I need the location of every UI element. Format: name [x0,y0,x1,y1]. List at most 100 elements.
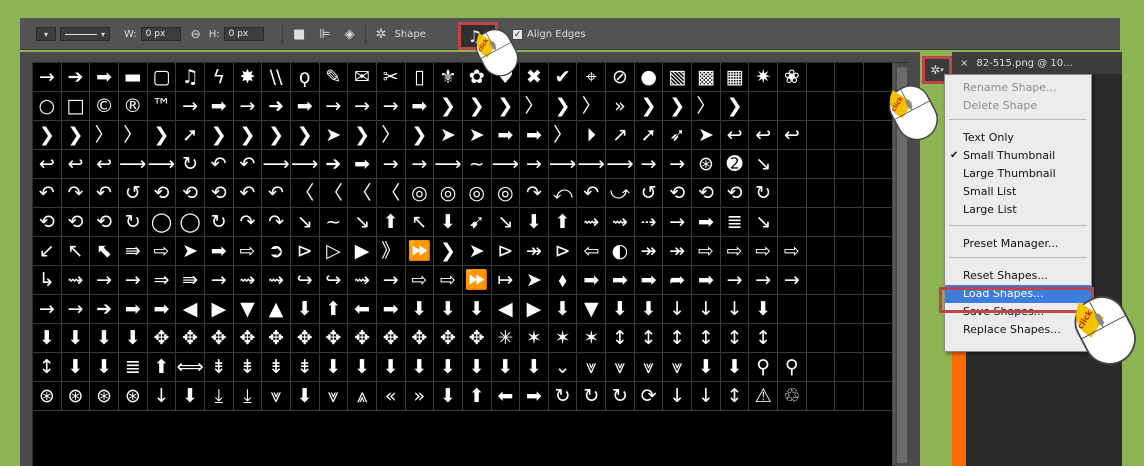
shape-cell[interactable]: → [118,266,148,295]
shape-cell[interactable]: ◎ [405,179,435,208]
shape-cell[interactable]: ✥ [462,324,492,353]
shape-cell[interactable]: ❯ [720,92,750,121]
shape-cell[interactable]: ◎ [434,179,463,208]
shape-cell[interactable] [864,63,892,92]
shape-cell[interactable]: ⬇ [434,353,463,382]
shape-cell[interactable]: ⇟ [204,353,234,382]
shape-cell[interactable]: ⚲ [749,353,779,382]
shape-cell[interactable]: → [90,266,119,295]
shape-cell[interactable]: ♲ [778,382,807,411]
shape-cell[interactable]: ⬇ [548,295,578,324]
shape-cell[interactable]: → [319,92,349,121]
shape-cell[interactable] [864,353,892,382]
shape-cell[interactable]: ❯ [548,92,578,121]
shape-cell[interactable]: ϟ [204,63,234,92]
shape-cell[interactable]: » [405,382,435,411]
shape-cell[interactable]: ® [118,92,148,121]
shape-cell[interactable]: → [376,92,406,121]
shape-cell[interactable] [835,150,865,179]
shape-cell[interactable]: ⬇ [520,208,549,237]
width-input[interactable]: 0 px [140,27,181,41]
shape-cell[interactable]: ↩ [61,150,91,179]
shape-cell[interactable]: ↻ [577,382,607,411]
shape-cell[interactable]: ↺ [634,179,664,208]
shape-cell[interactable]: ▯ [405,63,435,92]
shape-cell[interactable]: ⬇ [348,353,377,382]
shape-cell[interactable] [806,382,836,411]
shape-cell[interactable]: ✶ [548,324,578,353]
shape-cell[interactable]: ❯ [204,121,234,150]
shape-cell[interactable]: ⩔ [577,353,607,382]
shape-cell[interactable]: 〉 [548,121,578,150]
shape-cell[interactable]: ➡ [634,266,664,295]
shape-cell[interactable]: ✸ [233,63,263,92]
shape-cell[interactable]: ↶ [233,179,263,208]
shape-cell[interactable]: ⇟ [290,353,320,382]
shape-cell[interactable] [864,382,892,411]
shape-cell[interactable]: ✥ [290,324,320,353]
shape-cell[interactable]: → [720,266,750,295]
shape-cell[interactable]: ⬅ [491,382,521,411]
shape-cell[interactable]: ⏩ [405,237,435,266]
shape-cell[interactable]: ❯ [290,121,320,150]
shape-cell[interactable]: ⬇ [634,295,664,324]
shape-cell[interactable]: ⇨ [720,237,750,266]
shape-cell[interactable]: ▶ [520,295,549,324]
shape-cell[interactable]: ➤ [520,266,549,295]
shape-cell[interactable] [835,179,865,208]
shape-cell[interactable]: ❯ [491,92,521,121]
shape-cell[interactable]: ↩ [90,150,119,179]
shape-cell[interactable]: ❯ [61,121,91,150]
shape-cell[interactable]: ➡ [491,121,521,150]
shape-cell[interactable]: ↓ [692,382,721,411]
shape-cell[interactable]: ™ [147,92,177,121]
shape-cell[interactable]: ⬆ [147,353,177,382]
shape-cell[interactable]: ↓ [692,295,721,324]
shape-cell[interactable]: ⬇ [33,324,62,353]
shape-cell[interactable]: ➔ [61,63,91,92]
shape-cell[interactable]: ➤ [462,237,492,266]
shape-cell[interactable]: ✶ [520,324,549,353]
menu-item-small-thumbnail[interactable]: ✔ Small Thumbnail [945,147,1091,165]
shape-cell[interactable]: ⇛ [176,266,205,295]
shape-cell[interactable]: ⊳ [290,237,320,266]
shape-cell[interactable]: ⬆ [548,208,578,237]
shape-cell[interactable]: ↩ [749,121,779,150]
shape-cell[interactable]: ⬇ [61,324,91,353]
shape-cell[interactable]: ⊳ [548,237,578,266]
shape-cell[interactable]: ➤ [319,121,349,150]
shape-cell[interactable]: « [376,382,406,411]
shape-cell[interactable]: → [778,266,807,295]
shape-cell[interactable]: ➡ [692,208,721,237]
shape-cell[interactable]: ⬆ [319,295,349,324]
shape-cell[interactable]: ⇛ [118,237,148,266]
shape-cell[interactable]: ↕ [634,324,664,353]
shape-cell[interactable]: → [376,266,406,295]
shape-cell[interactable]: ⩔ [663,353,693,382]
shape-cell[interactable]: ➜ [262,92,291,121]
shape-cell[interactable]: ✥ [434,324,463,353]
shape-cell[interactable]: ⬇ [434,295,463,324]
shape-cell[interactable]: ⟶ [606,150,635,179]
shape-cell[interactable]: ➡ [118,295,148,324]
shape-cell[interactable]: ▶ [204,295,234,324]
shape-cell[interactable]: ↻ [548,382,578,411]
shape-cell[interactable]: ⩔ [319,382,349,411]
shape-cell[interactable]: ⟲ [720,179,750,208]
shape-cell[interactable]: ⬇ [749,295,779,324]
shape-cell[interactable]: ⬇ [434,382,463,411]
shape-cell[interactable]: ⬇ [434,208,463,237]
shape-cell[interactable]: ➔ [90,295,119,324]
shape-cell[interactable]: ⬇ [520,353,549,382]
shape-cell[interactable] [835,208,865,237]
shape-cell[interactable]: ▼ [233,295,263,324]
shape-cell[interactable]: ◐ [606,237,635,266]
shape-cell[interactable]: ↓ [663,382,693,411]
shape-cell[interactable]: ❯ [663,92,693,121]
shape-cell[interactable] [778,208,807,237]
shape-cell[interactable]: ⬇ [462,295,492,324]
shape-cell[interactable]: ⬇ [462,353,492,382]
shape-cell[interactable]: ✔ [548,63,578,92]
shape-cell[interactable]: ⇨ [147,237,177,266]
shape-cell[interactable]: ⤓ [204,382,234,411]
